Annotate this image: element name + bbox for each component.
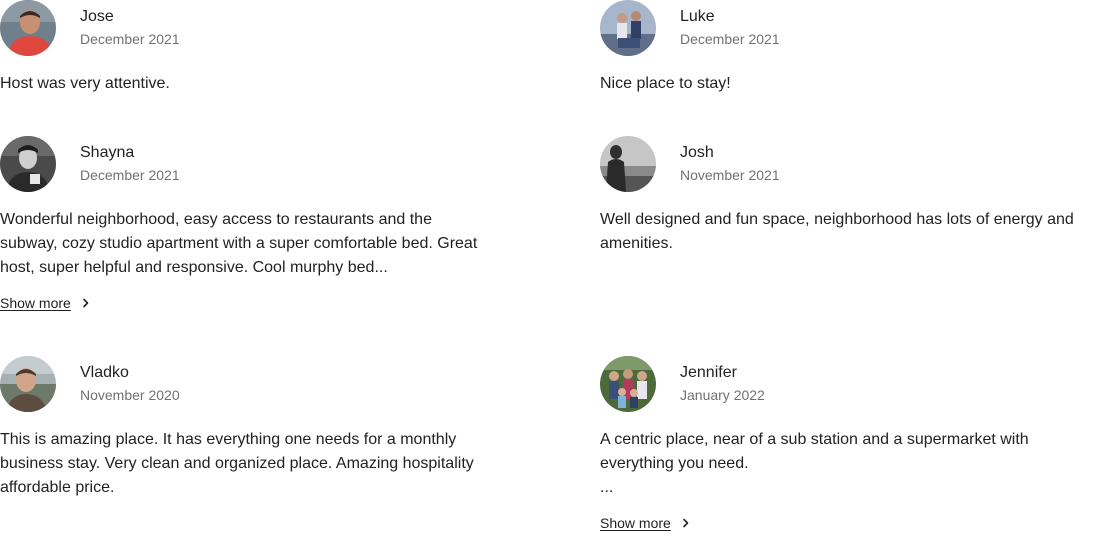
show-more-label: Show more [0,295,71,311]
review-card: Luke December 2021 Nice place to stay! [600,0,1120,96]
review-text: Well designed and fun space, neighborhoo… [600,211,1074,252]
review-date: November 2021 [680,167,780,183]
review-card: Josh November 2021 Well designed and fun… [600,136,1120,256]
review-text: Host was very attentive. [0,75,170,92]
reviewer-name: Shayna [80,144,135,161]
review-date: November 2020 [80,387,180,403]
show-more-button[interactable]: Show more [600,514,691,532]
review-header: Shayna December 2021 [0,136,520,192]
review-header: Josh November 2021 [600,136,1120,192]
review-card: Jose December 2021 Host was very attenti… [0,0,520,96]
show-more-button[interactable]: Show more [0,294,91,312]
show-more-label: Show more [600,515,671,531]
review-text: Nice place to stay! [600,75,731,92]
review-header: Jose December 2021 [0,0,520,56]
reviewer-name: Jose [80,8,114,25]
review-text: A centric place, near of a sub station a… [600,431,1029,496]
two-people-porch-avatar[interactable] [600,0,656,56]
chevron-right-icon [681,518,691,528]
review-date: December 2021 [680,31,780,47]
review-card: Vladko November 2020 This is amazing pla… [0,356,520,500]
review-date: January 2022 [680,387,765,403]
review-date: December 2021 [80,167,180,183]
reviewer-name: Vladko [80,364,129,381]
bw-person-avatar[interactable] [0,136,56,192]
reviewer-name: Luke [680,8,715,25]
bw-silhouette-avatar[interactable] [600,136,656,192]
reviewer-name: Josh [680,144,714,161]
review-card: Shayna December 2021 Wonderful neighborh… [0,136,520,313]
review-header: Vladko November 2020 [0,356,520,412]
review-header: Jennifer January 2022 [600,356,1120,412]
review-date: December 2021 [80,31,180,47]
family-group-avatar[interactable] [600,356,656,412]
chevron-right-icon [81,298,91,308]
review-text: This is amazing place. It has everything… [0,431,474,496]
outdoor-person-avatar[interactable] [0,356,56,412]
review-text: Wonderful neighborhood, easy access to r… [0,211,478,276]
review-header: Luke December 2021 [600,0,1120,56]
review-card: Jennifer January 2022 A centric place, n… [600,356,1120,533]
reviewer-name: Jennifer [680,364,737,381]
person-red-shirt-avatar[interactable] [0,0,56,56]
